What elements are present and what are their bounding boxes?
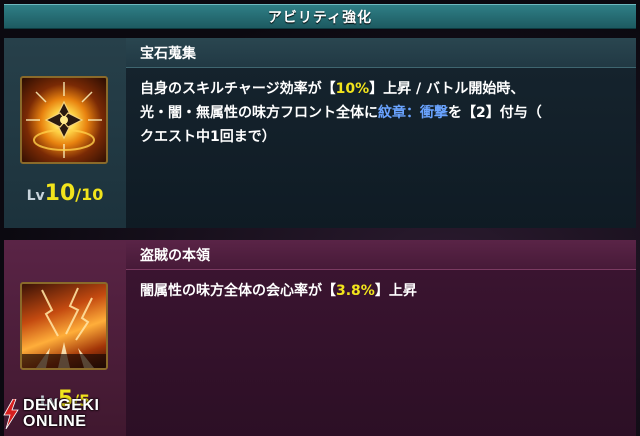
ability-icon-panel: Lv10/10 <box>4 38 126 228</box>
desc-highlight-value: 10% <box>335 81 370 97</box>
dengeki-online-watermark: DENGEKI ONLINE <box>2 396 122 432</box>
ability-enhance-screen: アビリティ強化 Lv10/10 宝石蒐集 自身のスキルチャージ効率が【10%】上… <box>0 0 640 436</box>
watermark-line1: DENGEKI <box>23 397 100 414</box>
desc-text: 】上昇 <box>374 283 417 299</box>
desc-text: 光・闇・無属性の味方フロント全体に <box>140 105 378 121</box>
ability-name: 宝石蒐集 <box>140 45 196 62</box>
desc-crest-name: 紋章：衝撃 <box>378 105 448 121</box>
ability-name: 盗賊の本領 <box>140 247 210 264</box>
level-max: 10 <box>81 185 104 204</box>
screen-header: アビリティ強化 <box>4 4 636 29</box>
desc-text: クエスト中1回まで） <box>140 129 276 145</box>
lightning-logo-icon <box>3 399 19 429</box>
ability-level: Lv10/10 <box>4 181 126 206</box>
ability-title-bar: 盗賊の本領 <box>126 240 636 270</box>
level-prefix: Lv <box>26 188 45 204</box>
desc-text: 自身のスキルチャージ効率が【 <box>140 81 336 97</box>
desc-highlight-value: 3.8% <box>336 283 375 299</box>
header-title: アビリティ強化 <box>267 9 373 26</box>
ability-card[interactable]: Lv10/10 宝石蒐集 自身のスキルチャージ効率が【10%】上昇 / バトル開… <box>4 38 636 228</box>
desc-text: 】上昇 / バトル開始時、 <box>369 81 525 97</box>
ability-title-bar: 宝石蒐集 <box>126 38 636 68</box>
lightning-burst-icon <box>20 282 108 370</box>
desc-text: を【2】付与（ <box>448 105 542 121</box>
level-current: 10 <box>44 181 76 206</box>
ability-description: 闇属性の味方全体の会心率が【3.8%】上昇 <box>126 270 636 436</box>
ability-description: 自身のスキルチャージ効率が【10%】上昇 / バトル開始時、 光・闇・無属性の味… <box>126 68 636 228</box>
watermark-line2: ONLINE <box>23 413 87 430</box>
desc-text: 闇属性の味方全体の会心率が【 <box>140 283 336 299</box>
jewel-flower-icon <box>20 76 108 164</box>
